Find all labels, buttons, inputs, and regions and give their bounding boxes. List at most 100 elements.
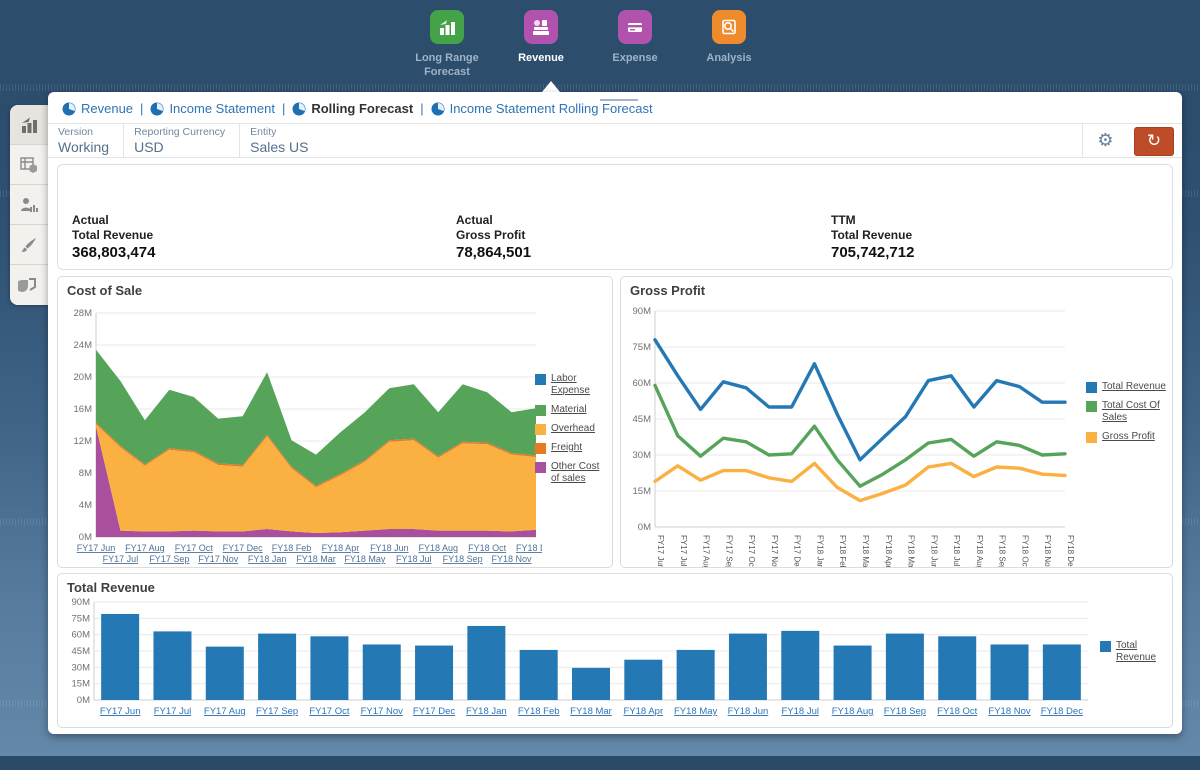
x-axis-label[interactable]: FY17 Dec	[223, 543, 264, 553]
breadcrumb-item-revenue[interactable]: Revenue	[62, 101, 133, 116]
pov-entity[interactable]: Entity Sales US	[240, 124, 380, 157]
x-axis-label[interactable]: FY18 Jun	[929, 535, 938, 567]
legend-item[interactable]: Overhead	[535, 423, 607, 435]
gear-icon[interactable]: ⚙	[1082, 124, 1128, 157]
x-axis-label[interactable]: FY18 Aug	[832, 706, 874, 717]
x-axis-label[interactable]: FY17 Sep	[149, 554, 189, 564]
bar-FY17 Oct[interactable]	[310, 636, 348, 700]
x-axis-label[interactable]: FY18 Oct	[1020, 535, 1029, 567]
rail-data-grid-button[interactable]	[10, 145, 48, 185]
bar-FY17 Jul[interactable]	[153, 631, 191, 700]
bar-FY18 Nov[interactable]	[991, 644, 1029, 700]
bar-FY17 Sep[interactable]	[258, 634, 296, 700]
x-axis-label[interactable]: FY18 Feb	[518, 706, 560, 717]
bar-FY18 Aug[interactable]	[834, 646, 872, 700]
x-axis-label[interactable]: FY18 Jul	[396, 554, 432, 564]
x-axis-label[interactable]: FY18 Oct	[937, 706, 977, 717]
breadcrumb-item-rolling-forecast[interactable]: Rolling Forecast	[292, 101, 413, 116]
x-axis-label[interactable]: FY17 Dec	[413, 706, 455, 717]
x-axis-label[interactable]: FY18 Nov	[1043, 535, 1052, 567]
bar-FY18 Jun[interactable]	[729, 634, 767, 700]
x-axis-label[interactable]: FY17 Jun	[77, 543, 116, 553]
kpi-tile-actual-gross-profit[interactable]: Actual Gross Profit 78,864,501	[456, 213, 531, 261]
legend-item[interactable]: Total Revenue	[1100, 640, 1174, 664]
x-axis-label[interactable]: FY18 Dec	[1041, 706, 1083, 717]
bar-FY17 Aug[interactable]	[206, 647, 244, 700]
x-axis-label[interactable]: FY18 Dec	[516, 543, 542, 553]
x-axis-label[interactable]: FY18 Jan	[248, 554, 287, 564]
tab-expense[interactable]: Expense	[596, 10, 674, 80]
x-axis-label[interactable]: FY18 Mar	[861, 535, 870, 567]
kpi-tile-ttm-total-revenue[interactable]: TTM Total Revenue 705,742,712	[831, 213, 914, 261]
x-axis-label[interactable]: FY17 Jul	[679, 535, 688, 567]
x-axis-label[interactable]: FY18 Apr	[624, 706, 664, 717]
bar-FY18 Sep[interactable]	[886, 634, 924, 700]
breadcrumb-item-income-statement[interactable]: Income Statement	[150, 101, 275, 116]
x-axis-label[interactable]: FY17 Nov	[361, 706, 403, 717]
x-axis-label[interactable]: FY18 Jan	[466, 706, 507, 717]
x-axis-label[interactable]: FY17 Dec	[793, 535, 802, 567]
legend-item[interactable]: Gross Profit	[1086, 431, 1168, 443]
legend-item[interactable]: Labor Expense	[535, 373, 607, 397]
x-axis-label[interactable]: FY17 Sep	[256, 706, 298, 717]
x-axis-label[interactable]: FY18 Jun	[728, 706, 769, 717]
x-axis-label[interactable]: FY18 Aug	[975, 535, 984, 567]
x-axis-label[interactable]: FY18 Aug	[418, 543, 458, 553]
x-axis-label[interactable]: FY17 Sep	[724, 535, 733, 567]
rail-analytics-user-button[interactable]	[10, 185, 48, 225]
x-axis-label[interactable]: FY17 Jul	[154, 706, 192, 717]
x-axis-label[interactable]: FY18 Jul	[952, 535, 961, 567]
x-axis-label[interactable]: FY18 Jun	[370, 543, 409, 553]
x-axis-label[interactable]: FY17 Jun	[656, 535, 665, 567]
pov-reporting-currency[interactable]: Reporting Currency USD	[124, 124, 240, 157]
x-axis-label[interactable]: FY17 Oct	[309, 706, 349, 717]
x-axis-label[interactable]: FY17 Aug	[125, 543, 165, 553]
tab-long-range-forecast[interactable]: Long Range Forecast	[408, 10, 486, 80]
legend-item[interactable]: Other Cost of sales	[535, 461, 607, 485]
x-axis-label[interactable]: FY18 May	[907, 535, 916, 567]
x-axis-label[interactable]: FY18 Apr	[884, 535, 893, 567]
rail-refresh-shapes-button[interactable]	[10, 265, 48, 305]
tab-analysis[interactable]: Analysis	[690, 10, 768, 80]
x-axis-label[interactable]: FY17 Jun	[100, 706, 141, 717]
refresh-button[interactable]: ↻	[1134, 127, 1174, 156]
x-axis-label[interactable]: FY18 Sep	[443, 554, 483, 564]
bar-FY18 Oct[interactable]	[938, 636, 976, 700]
pov-version[interactable]: Version Working	[48, 124, 124, 157]
rail-format-brush-button[interactable]	[10, 225, 48, 265]
x-axis-label[interactable]: FY18 Mar	[570, 706, 612, 717]
x-axis-label[interactable]: FY18 May	[674, 706, 718, 717]
legend-item[interactable]: Freight	[535, 442, 607, 454]
x-axis-label[interactable]: FY17 Oct	[747, 535, 756, 567]
x-axis-label[interactable]: FY18 Oct	[468, 543, 507, 553]
x-axis-label[interactable]: FY17 Aug	[204, 706, 246, 717]
bar-FY17 Nov[interactable]	[363, 644, 401, 700]
x-axis-label[interactable]: FY17 Oct	[175, 543, 214, 553]
x-axis-label[interactable]: FY18 Sep	[998, 535, 1007, 567]
kpi-tile-actual-total-revenue[interactable]: Actual Total Revenue 368,803,474	[72, 213, 155, 261]
x-axis-label[interactable]: FY17 Jul	[103, 554, 139, 564]
legend-item[interactable]: Total Cost Of Sales	[1086, 400, 1168, 424]
bar-FY18 May[interactable]	[677, 650, 715, 700]
bar-FY18 Jan[interactable]	[467, 626, 505, 700]
legend-item[interactable]: Material	[535, 404, 607, 416]
x-axis-label[interactable]: FY18 Apr	[322, 543, 360, 553]
breadcrumb-item-income-statement-rolling-forecast[interactable]: Income Statement Rolling Forecast	[431, 101, 653, 116]
x-axis-label[interactable]: FY18 Nov	[988, 706, 1030, 717]
bar-FY18 Apr[interactable]	[624, 660, 662, 700]
bar-FY18 Mar[interactable]	[572, 668, 610, 700]
x-axis-label[interactable]: FY17 Nov	[770, 535, 779, 567]
x-axis-label[interactable]: FY17 Aug	[702, 535, 711, 567]
x-axis-label[interactable]: FY18 Sep	[884, 706, 926, 717]
bar-FY17 Dec[interactable]	[415, 646, 453, 700]
x-axis-label[interactable]: FY18 Mar	[296, 554, 336, 564]
x-axis-label[interactable]: FY18 Nov	[492, 554, 533, 564]
x-axis-label[interactable]: FY18 Jul	[782, 706, 820, 717]
rail-dashboard-chart-button[interactable]	[10, 105, 48, 145]
x-axis-label[interactable]: FY18 Feb	[272, 543, 312, 553]
bar-FY18 Jul[interactable]	[781, 631, 819, 700]
x-axis-label[interactable]: FY18 Dec	[1066, 535, 1075, 567]
x-axis-label[interactable]: FY17 Nov	[198, 554, 239, 564]
bar-FY18 Feb[interactable]	[520, 650, 558, 700]
tab-revenue[interactable]: Revenue	[502, 10, 580, 80]
